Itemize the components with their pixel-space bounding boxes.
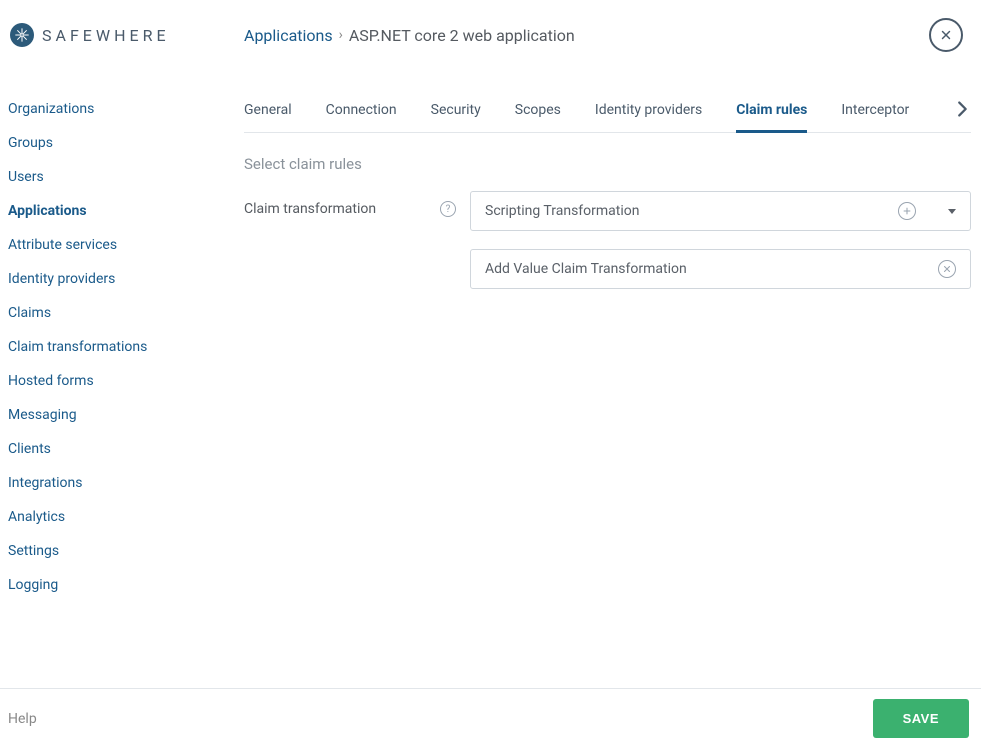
tab-identity-providers[interactable]: Identity providers	[595, 92, 702, 132]
section-title: Select claim rules	[244, 133, 971, 191]
sidebar-item-integrations[interactable]: Integrations	[8, 466, 234, 500]
form-controls: Scripting Transformation Add Value Claim…	[470, 191, 971, 289]
sidebar-item-claim-transformations[interactable]: Claim transformations	[8, 330, 234, 364]
added-transformation-item[interactable]: Add Value Claim Transformation	[470, 249, 971, 289]
chevron-down-icon	[948, 209, 956, 214]
x-icon	[942, 264, 952, 274]
add-transformation-button[interactable]	[898, 202, 916, 220]
breadcrumb-current: ASP.NET core 2 web application	[349, 26, 575, 45]
sidebar-item-hosted-forms[interactable]: Hosted forms	[8, 364, 234, 398]
tab-general[interactable]: General	[244, 92, 292, 132]
page-header: SAFEWHERE Applications › ASP.NET core 2 …	[0, 0, 981, 62]
main-content: General Connection Security Scopes Ident…	[244, 62, 981, 700]
breadcrumb-parent[interactable]: Applications	[244, 26, 333, 45]
chevron-right-icon	[951, 98, 973, 120]
sidebar-item-analytics[interactable]: Analytics	[8, 500, 234, 534]
tab-interceptor[interactable]: Interceptor	[841, 92, 909, 132]
claim-transformation-label: Claim transformation	[244, 201, 376, 217]
sidebar-item-organizations[interactable]: Organizations	[8, 92, 234, 126]
sidebar-item-clients[interactable]: Clients	[8, 432, 234, 466]
tab-claim-rules[interactable]: Claim rules	[736, 92, 807, 133]
sidebar-item-settings[interactable]: Settings	[8, 534, 234, 568]
sidebar-item-logging[interactable]: Logging	[8, 568, 234, 602]
sidebar-item-messaging[interactable]: Messaging	[8, 398, 234, 432]
sidebar-item-attribute-services[interactable]: Attribute services	[8, 228, 234, 262]
claim-transformation-row: Claim transformation ? Scripting Transfo…	[244, 191, 971, 289]
breadcrumb: Applications › ASP.NET core 2 web applic…	[244, 26, 929, 45]
sidebar-item-users[interactable]: Users	[8, 160, 234, 194]
brand-logo-icon	[10, 23, 34, 47]
remove-transformation-button[interactable]	[938, 260, 956, 278]
plus-icon	[902, 206, 912, 216]
sidebar-item-identity-providers[interactable]: Identity providers	[8, 262, 234, 296]
sidebar-nav: Organizations Groups Users Applications …	[0, 62, 244, 700]
tab-bar: General Connection Security Scopes Ident…	[244, 92, 971, 133]
close-icon	[939, 28, 953, 42]
brand-name: SAFEWHERE	[42, 26, 170, 45]
breadcrumb-separator: ›	[339, 27, 343, 43]
help-icon[interactable]: ?	[440, 201, 456, 217]
sidebar-item-applications[interactable]: Applications	[8, 194, 234, 228]
transformation-select[interactable]: Scripting Transformation	[470, 191, 971, 231]
select-value: Scripting Transformation	[485, 203, 898, 219]
sidebar-item-claims[interactable]: Claims	[8, 296, 234, 330]
page-footer: Help SAVE	[0, 688, 981, 748]
help-link[interactable]: Help	[8, 711, 37, 727]
close-button[interactable]	[929, 18, 963, 52]
field-label-wrapper: Claim transformation ?	[244, 191, 456, 217]
added-transformation-label: Add Value Claim Transformation	[485, 261, 938, 277]
tabs-scroll-right[interactable]	[951, 98, 973, 124]
save-button[interactable]: SAVE	[873, 699, 969, 738]
tab-security[interactable]: Security	[431, 92, 481, 132]
sidebar-item-groups[interactable]: Groups	[8, 126, 234, 160]
tab-scopes[interactable]: Scopes	[515, 92, 561, 132]
brand-logo[interactable]: SAFEWHERE	[10, 23, 244, 47]
tab-connection[interactable]: Connection	[326, 92, 397, 132]
